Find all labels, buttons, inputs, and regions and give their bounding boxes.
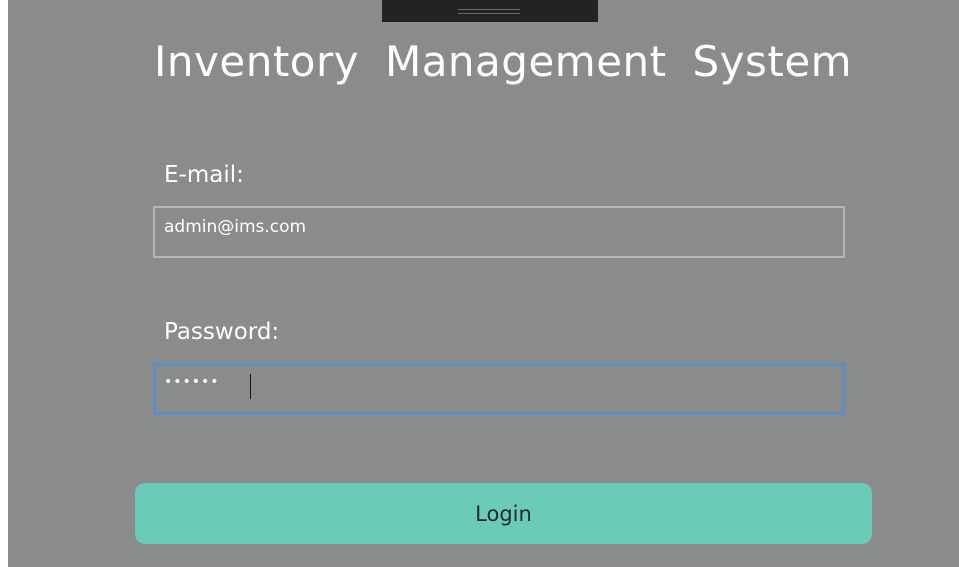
email-input[interactable]: admin@ims.com [153, 206, 845, 258]
grip-line [458, 13, 520, 14]
password-input[interactable]: •••••• [153, 363, 845, 415]
login-window: Inventory Management System E-mail: admi… [8, 0, 959, 567]
text-caret [250, 374, 251, 399]
login-button[interactable]: Login [135, 483, 872, 544]
app-title: Inventory Management System [154, 37, 853, 86]
email-value: admin@ims.com [164, 217, 307, 237]
email-label: E-mail: [164, 162, 244, 188]
window-drag-handle[interactable] [382, 0, 598, 22]
password-value: •••••• [164, 374, 220, 390]
grip-line [458, 9, 520, 10]
password-label: Password: [164, 319, 280, 345]
